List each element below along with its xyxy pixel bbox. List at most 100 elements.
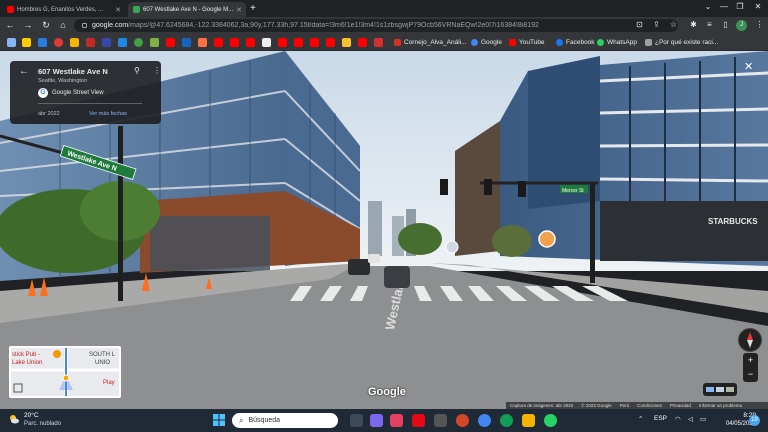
netflix-icon[interactable] (412, 414, 425, 427)
traffic-light (518, 181, 526, 197)
bookmark-icon[interactable] (134, 38, 143, 47)
task-view-icon[interactable] (350, 414, 363, 427)
whatsapp-icon[interactable] (544, 414, 557, 427)
bookmark-icon[interactable] (198, 38, 207, 47)
home-icon[interactable]: ⌂ (57, 20, 69, 30)
browser-toolbar: ← → ↻ ⌂ google.com /maps/@47.6245684,-12… (0, 17, 768, 34)
youtube-icon[interactable] (310, 38, 319, 47)
powerpoint-icon[interactable] (456, 414, 469, 427)
back-button[interactable]: ← (4, 20, 16, 30)
bookmark-icon[interactable] (102, 38, 111, 47)
attribution-link[interactable]: Privacidad (670, 403, 691, 408)
avatar[interactable]: J (736, 20, 747, 31)
bookmark-icon[interactable] (118, 38, 127, 47)
app-icon[interactable] (434, 414, 447, 427)
forward-button[interactable]: → (22, 20, 34, 30)
compass-icon[interactable] (738, 328, 762, 352)
place-marker-icon[interactable] (538, 230, 556, 248)
bookmark-icon[interactable] (150, 38, 159, 47)
file-explorer-icon[interactable] (522, 414, 535, 427)
share-icon[interactable]: ⇪ (651, 20, 662, 29)
bookmark-icon[interactable] (38, 38, 47, 47)
chevron-up-icon[interactable]: ⌃ (638, 415, 643, 423)
close-icon[interactable]: ✕ (744, 60, 753, 73)
sidepanel-icon[interactable]: ▯ (720, 20, 731, 29)
nav-arrow-icon[interactable] (445, 240, 459, 254)
close-icon[interactable]: ✕ (236, 6, 242, 14)
youtube-icon[interactable] (246, 38, 255, 47)
youtube-icon (7, 6, 14, 13)
bookmark-facebook[interactable]: Facebook (556, 37, 595, 48)
zoom-in-button[interactable]: + (743, 353, 758, 367)
bookmark-icon[interactable] (22, 38, 31, 47)
wifi-icon[interactable]: ◠ (675, 415, 681, 423)
search-icon: ⌕ (239, 415, 244, 425)
bookmark-label: Cornejo_Alva_Análi... (404, 39, 467, 46)
bookmark-icon[interactable] (70, 38, 79, 47)
ground-floor-glass (150, 216, 270, 271)
battery-icon[interactable]: ▭ (700, 415, 706, 423)
youtube-icon[interactable] (166, 38, 175, 47)
bookmark-youtube[interactable]: YouTube (509, 37, 545, 48)
bookmark-icon[interactable] (182, 38, 191, 47)
weather-icon[interactable] (8, 413, 20, 425)
back-arrow-icon[interactable]: ← (19, 66, 29, 77)
close-icon[interactable]: ✕ (115, 6, 121, 14)
reload-button[interactable]: ↻ (40, 20, 52, 31)
youtube-icon[interactable] (214, 38, 223, 47)
bookmark-label: Google (481, 39, 502, 46)
maximize-button[interactable]: ❐ (732, 2, 748, 11)
notification-badge[interactable]: 19 (749, 415, 760, 426)
youtube-icon[interactable] (358, 38, 367, 47)
youtube-icon[interactable] (294, 38, 303, 47)
taskbar-search[interactable]: ⌕ Búsqueda (232, 413, 338, 428)
provider-label: Google Street View (52, 90, 104, 96)
attribution-link[interactable]: Condiciones (637, 403, 662, 408)
youtube-icon[interactable] (278, 38, 287, 47)
map-label: stick Pub - (12, 352, 40, 358)
bookmark-icon[interactable] (86, 38, 95, 47)
attribution-link[interactable]: Informar un problema (699, 403, 742, 408)
bookmark-whatsapp[interactable]: WhatsApp (597, 37, 637, 48)
teams-icon[interactable] (370, 414, 383, 427)
zoom-out-button[interactable]: − (743, 367, 758, 381)
chevron-down-icon[interactable]: ⌄ (700, 2, 716, 11)
bookmark-label: YouTube (519, 39, 545, 46)
star-icon[interactable]: ☆ (668, 20, 679, 29)
volume-icon[interactable]: ◁ (688, 415, 693, 423)
install-icon[interactable]: ⊡ (634, 20, 645, 29)
youtube-icon[interactable] (230, 38, 239, 47)
more-dates-link[interactable]: Ver más fechas (89, 111, 127, 117)
bookmark-google[interactable]: Google (471, 37, 502, 48)
bookmark-icon[interactable] (342, 38, 351, 47)
minimize-button[interactable]: — (716, 2, 732, 11)
chrome-icon[interactable] (478, 414, 491, 427)
instagram-icon[interactable] (390, 414, 403, 427)
address-bar[interactable]: google.com /maps/@47.6245684,-122.338406… (74, 19, 678, 32)
tree (492, 225, 532, 257)
windows-start-icon[interactable] (213, 414, 225, 426)
location-card: ← 607 Westlake Ave N Seattle, Washington… (10, 61, 161, 124)
bookmark-icon[interactable] (374, 38, 383, 47)
youtube-icon[interactable] (326, 38, 335, 47)
new-tab-button[interactable]: + (250, 3, 256, 14)
more-options-icon[interactable]: ⋮ (153, 66, 161, 75)
menu-icon[interactable]: ⋮ (754, 20, 765, 29)
bookmark-icon[interactable] (54, 38, 63, 47)
bookmark-racismo[interactable]: ¿Por qué existe raci... (645, 37, 718, 48)
apps-icon[interactable] (7, 38, 16, 47)
close-window-button[interactable]: ✕ (750, 2, 766, 11)
layers-button[interactable] (703, 383, 737, 396)
edge-icon[interactable] (500, 414, 513, 427)
extensions-icon[interactable]: ✱ (688, 20, 699, 29)
minimap[interactable]: stick Pub - Lake Union SOUTH L UNIO Play (9, 346, 121, 398)
media-icon[interactable]: ≡ (704, 20, 715, 29)
map-pin-icon[interactable]: ⚲ (134, 66, 140, 75)
bookmark-cornejo[interactable]: Cornejo_Alva_Análi... (394, 37, 467, 48)
attribution-link[interactable]: Perú (620, 403, 630, 408)
tab-google-maps[interactable]: 607 Westlake Ave N - Google M... ✕ (128, 2, 246, 17)
minimap-map: stick Pub - Lake Union SOUTH L UNIO Play (11, 348, 119, 396)
bookmark-icon[interactable] (262, 38, 271, 47)
language-indicator[interactable]: ESP (654, 415, 667, 422)
tab-hombres-g[interactable]: Hombres G, Enanitos Verdes, ... ✕ (2, 2, 126, 17)
